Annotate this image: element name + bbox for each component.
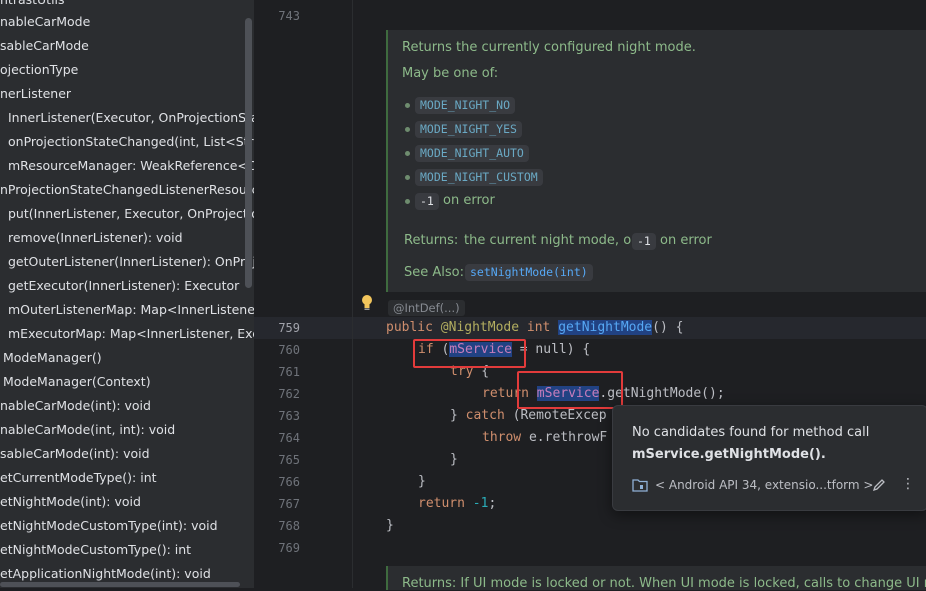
keyword: return <box>418 496 465 511</box>
number-literal: -1 <box>472 496 489 511</box>
structure-item[interactable]: nProjectionStateChangedListenerResourceM <box>0 178 254 202</box>
highlight-box <box>517 371 623 409</box>
highlight-box <box>413 339 526 368</box>
line-number: 760 <box>278 343 300 357</box>
line-number: 763 <box>278 409 300 423</box>
structure-item[interactable]: mExecutorMap: Map<InnerListener, Execu <box>8 322 254 346</box>
code-line-767[interactable]: return -1; <box>418 493 496 515</box>
code-line-765[interactable]: } <box>450 449 458 471</box>
doc-returns-tail: on error <box>660 233 712 248</box>
line-number: 761 <box>278 365 300 379</box>
method-name[interactable]: getNightMode <box>558 320 653 335</box>
line-number: 764 <box>278 431 300 445</box>
keyword: catch <box>465 408 505 423</box>
bullet <box>405 151 410 156</box>
bullet <box>405 103 410 108</box>
structure-item[interactable]: getExecutor(InnerListener): Executor <box>8 274 239 298</box>
code-text: (RemoteExcep <box>504 408 607 423</box>
structure-item[interactable]: sableCarMode(int): void <box>0 442 150 466</box>
line-number: 766 <box>278 475 300 489</box>
structure-item[interactable]: ModeManager(Context) <box>3 370 151 394</box>
error-tooltip: No candidates found for method call mSer… <box>612 405 926 511</box>
edit-icon[interactable] <box>871 477 887 493</box>
rendered-javadoc: Returns the currently configured night m… <box>386 30 926 292</box>
doc-option-chip[interactable]: MODE_NIGHT_AUTO <box>415 145 529 162</box>
code-line-764[interactable]: throw e.rethrowF <box>482 427 607 449</box>
rendered-javadoc-next: Returns: If UI mode is locked or not. Wh… <box>386 566 926 591</box>
doc-may-be: May be one of: <box>402 66 499 81</box>
keyword: int <box>526 320 551 335</box>
code-text: e.rethrowF <box>521 430 608 445</box>
annotation: @NightMode <box>440 320 520 335</box>
structure-item[interactable]: etNightMode(int): void <box>0 490 141 514</box>
structure-item[interactable]: nerListener <box>0 82 71 106</box>
code-text: ; <box>488 496 497 511</box>
bullet <box>405 199 410 204</box>
keyword: throw <box>482 430 522 445</box>
doc-returns-chip: -1 <box>632 233 656 250</box>
doc-option-chip[interactable]: MODE_NIGHT_CUSTOM <box>415 169 543 186</box>
structure-item[interactable]: remove(InnerListener): void <box>8 226 183 250</box>
line-number: 759 <box>278 321 300 335</box>
vertical-scrollbar[interactable] <box>245 18 252 288</box>
tooltip-library[interactable]: < Android API 34, extensio...tform > <box>655 478 873 492</box>
structure-item[interactable]: ModeManager() <box>3 346 102 370</box>
line-number: 767 <box>278 497 300 511</box>
structure-item[interactable]: sableCarMode <box>0 34 89 58</box>
line-number: 765 <box>278 453 300 467</box>
structure-item[interactable]: mOuterListenerMap: Map<InnerListener, C <box>8 298 254 322</box>
structure-item[interactable]: onProjectionStateChanged(int, List<Strin… <box>8 130 254 154</box>
line-number: 768 <box>278 519 300 533</box>
structure-item[interactable]: etNightModeCustomType(): int <box>0 538 191 562</box>
code-editor[interactable]: 743 759 760 761 762 763 764 765 766 767 … <box>254 0 926 591</box>
gutter-separator <box>352 0 353 588</box>
structure-item[interactable]: nableCarMode(int, int): void <box>0 418 175 442</box>
horizontal-scrollbar[interactable] <box>0 582 240 587</box>
tooltip-message: No candidates found for method call <box>632 425 870 440</box>
code-line-766[interactable]: } <box>418 471 426 493</box>
keyword: public <box>386 320 433 335</box>
annotation-hint[interactable]: @IntDef(...) <box>388 300 465 316</box>
structure-item[interactable]: mResourceManager: WeakReference<OnP <box>8 154 254 178</box>
code-text: } <box>450 408 466 423</box>
bullet <box>405 127 410 132</box>
structure-panel: ntrastUtils nableCarMode sableCarMode oj… <box>0 0 254 588</box>
structure-item[interactable]: nableCarMode <box>0 10 90 34</box>
code-line-768[interactable]: } <box>386 515 394 537</box>
doc-option-chip[interactable]: MODE_NIGHT_NO <box>415 97 516 114</box>
line-number: 743 <box>278 9 300 23</box>
code-text: () { <box>652 320 684 335</box>
doc-summary: Returns the currently configured night m… <box>402 40 696 55</box>
doc-see-also-link[interactable]: setNightMode(int) <box>465 264 593 281</box>
doc-returns-text: the current night mode, or <box>464 233 637 248</box>
more-options-icon[interactable]: ⋮ <box>901 476 915 492</box>
doc-returns-label: Returns: <box>404 233 459 248</box>
line-number: 769 <box>278 541 300 555</box>
structure-item[interactable]: etNightModeCustomType(int): void <box>0 514 218 538</box>
code-line-759[interactable]: public @NightMode int getNightMode() { <box>386 317 683 339</box>
doc-see-also-label: See Also: <box>404 265 464 280</box>
structure-item[interactable]: ojectionType <box>0 58 78 82</box>
doc-returns-next: Returns: If UI mode is locked or not. Wh… <box>402 576 926 591</box>
doc-option-chip[interactable]: MODE_NIGHT_YES <box>415 121 522 138</box>
structure-item[interactable]: etCurrentModeType(): int <box>0 466 157 490</box>
bullet <box>405 175 410 180</box>
structure-item[interactable]: InnerListener(Executor, OnProjectionStat… <box>8 106 254 130</box>
line-number: 762 <box>278 387 300 401</box>
lightbulb-icon[interactable] <box>360 294 374 312</box>
structure-item[interactable]: getOuterListener(InnerListener): OnProje… <box>8 250 254 274</box>
doc-error-text: on error <box>443 193 495 208</box>
structure-item[interactable]: put(InnerListener, Executor, OnProjectio… <box>8 202 254 226</box>
doc-error-chip: -1 <box>415 193 439 210</box>
structure-item[interactable]: nableCarMode(int): void <box>0 394 151 418</box>
library-folder-icon <box>632 479 648 492</box>
tooltip-call: mService.getNightMode(). <box>632 447 826 462</box>
